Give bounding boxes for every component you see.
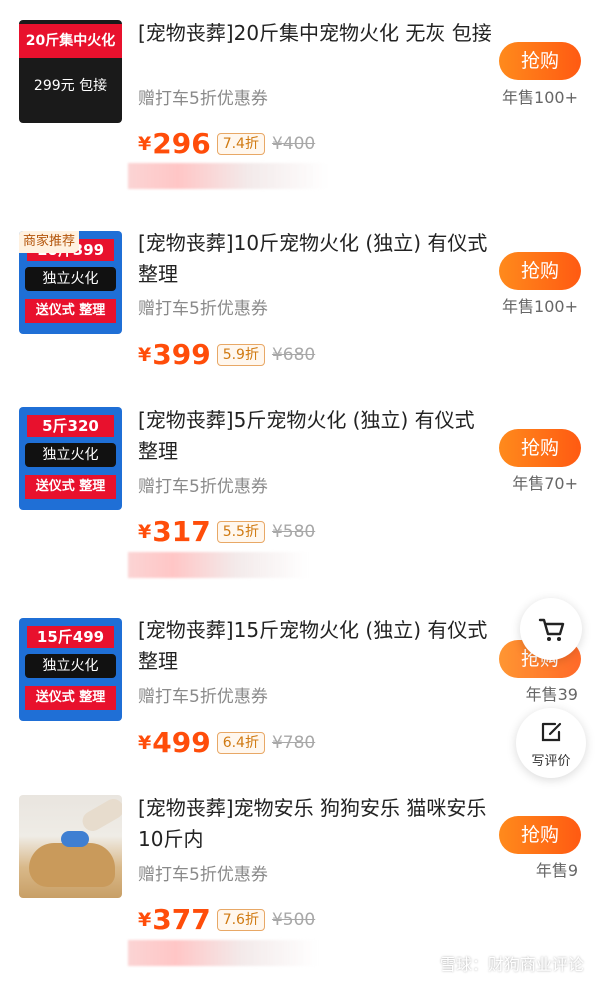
thumbnail-tag: 送仪式 整理 <box>25 686 116 710</box>
glove-shape <box>61 831 89 847</box>
price: 296 <box>152 127 211 160</box>
original-price: ¥400 <box>271 133 316 154</box>
buy-button[interactable]: 抢购 <box>499 42 581 80</box>
price-row: ¥ 296 7.4折 ¥400 <box>138 127 315 160</box>
discount-badge: 6.4折 <box>216 731 265 754</box>
coupon-text: 赠打车5折优惠券 <box>138 477 268 497</box>
buy-button[interactable]: 抢购 <box>499 252 581 290</box>
product-thumbnail[interactable]: 10斤399 独立火化 送仪式 整理 商家推荐 <box>19 231 122 334</box>
edit-review-icon <box>541 722 562 742</box>
original-price: ¥500 <box>271 909 316 930</box>
product-thumbnail[interactable]: 15斤499 独立火化 送仪式 整理 <box>19 618 122 721</box>
discount-badge: 7.6折 <box>216 908 265 931</box>
thumbnail-subtext: 299元 包接 <box>33 78 108 94</box>
sales-count: 年售39 <box>525 685 578 704</box>
price: 399 <box>152 338 211 371</box>
price-row: ¥ 317 5.5折 ¥580 <box>138 515 315 548</box>
coupon-text: 赠打车5折优惠券 <box>138 865 268 885</box>
price: 499 <box>152 726 211 759</box>
cart-button[interactable] <box>520 598 582 660</box>
sales-count: 年售100+ <box>502 88 578 107</box>
currency-symbol: ¥ <box>138 908 152 931</box>
thumbnail-banner: 20斤集中火化 <box>19 24 122 58</box>
currency-symbol: ¥ <box>138 343 152 366</box>
watermark-text: 雪球：财狗商业评论 <box>439 955 584 974</box>
thumbnail-tag: 独立火化 <box>25 267 116 291</box>
coupon-text: 赠打车5折优惠券 <box>138 89 268 109</box>
merchant-recommend-badge: 商家推荐 <box>19 231 80 253</box>
price: 377 <box>152 903 211 936</box>
product-thumbnail[interactable] <box>19 795 122 898</box>
currency-symbol: ¥ <box>138 731 152 754</box>
discount-badge: 5.5折 <box>216 520 265 543</box>
buy-button[interactable]: 抢购 <box>499 816 581 854</box>
price-row: ¥ 377 7.6折 ¥500 <box>138 903 315 936</box>
thumbnail-tag: 送仪式 整理 <box>25 299 116 323</box>
product-thumbnail[interactable]: 20斤集中火化 299元 包接 <box>19 20 122 123</box>
product-thumbnail[interactable]: 5斤320 独立火化 送仪式 整理 <box>19 407 122 510</box>
review-button[interactable]: 写评价 <box>516 708 586 778</box>
thumbnail-banner: 5斤320 <box>27 415 114 437</box>
coupon-text: 赠打车5折优惠券 <box>138 299 268 319</box>
blurred-region <box>128 552 308 578</box>
currency-symbol: ¥ <box>138 520 152 543</box>
thumbnail-tag: 独立火化 <box>25 654 116 678</box>
price: 317 <box>152 515 211 548</box>
thumbnail-tag: 独立火化 <box>25 443 116 467</box>
product-title[interactable]: [宠物丧葬]5斤宠物火化 (独立) 有仪式 整理 <box>138 405 498 467</box>
product-title[interactable]: [宠物丧葬]15斤宠物火化 (独立) 有仪式 整理 <box>138 615 498 677</box>
price-row: ¥ 399 5.9折 ¥680 <box>138 338 315 371</box>
coupon-text: 赠打车5折优惠券 <box>138 687 268 707</box>
watermark: 雪球：财狗商业评论 <box>412 951 584 975</box>
original-price: ¥780 <box>271 732 316 753</box>
price-row: ¥ 499 6.4折 ¥780 <box>138 726 315 759</box>
blurred-region <box>128 940 318 966</box>
sales-count: 年售100+ <box>502 297 578 316</box>
arm-shape <box>78 795 122 835</box>
dog-shape <box>29 843 115 887</box>
buy-button[interactable]: 抢购 <box>499 429 581 467</box>
discount-badge: 7.4折 <box>216 132 265 155</box>
thumbnail-tag: 送仪式 整理 <box>25 475 116 499</box>
discount-badge: 5.9折 <box>216 343 265 366</box>
sales-count: 年售70+ <box>512 474 578 493</box>
product-title[interactable]: [宠物丧葬]10斤宠物火化 (独立) 有仪式 整理 <box>138 228 498 290</box>
currency-symbol: ¥ <box>138 132 152 155</box>
product-title[interactable]: [宠物丧葬]20斤集中宠物火化 无灰 包接 <box>138 18 498 49</box>
original-price: ¥680 <box>271 344 316 365</box>
sales-count: 年售9 <box>535 861 578 880</box>
thumbnail-banner: 15斤499 <box>27 626 114 648</box>
original-price: ¥580 <box>271 521 316 542</box>
snowball-logo-icon <box>412 957 434 968</box>
review-label: 写评价 <box>531 754 571 769</box>
product-title[interactable]: [宠物丧葬]宠物安乐 狗狗安乐 猫咪安乐 10斤内 <box>138 793 498 855</box>
cart-icon <box>538 618 565 641</box>
blurred-region <box>128 163 328 189</box>
